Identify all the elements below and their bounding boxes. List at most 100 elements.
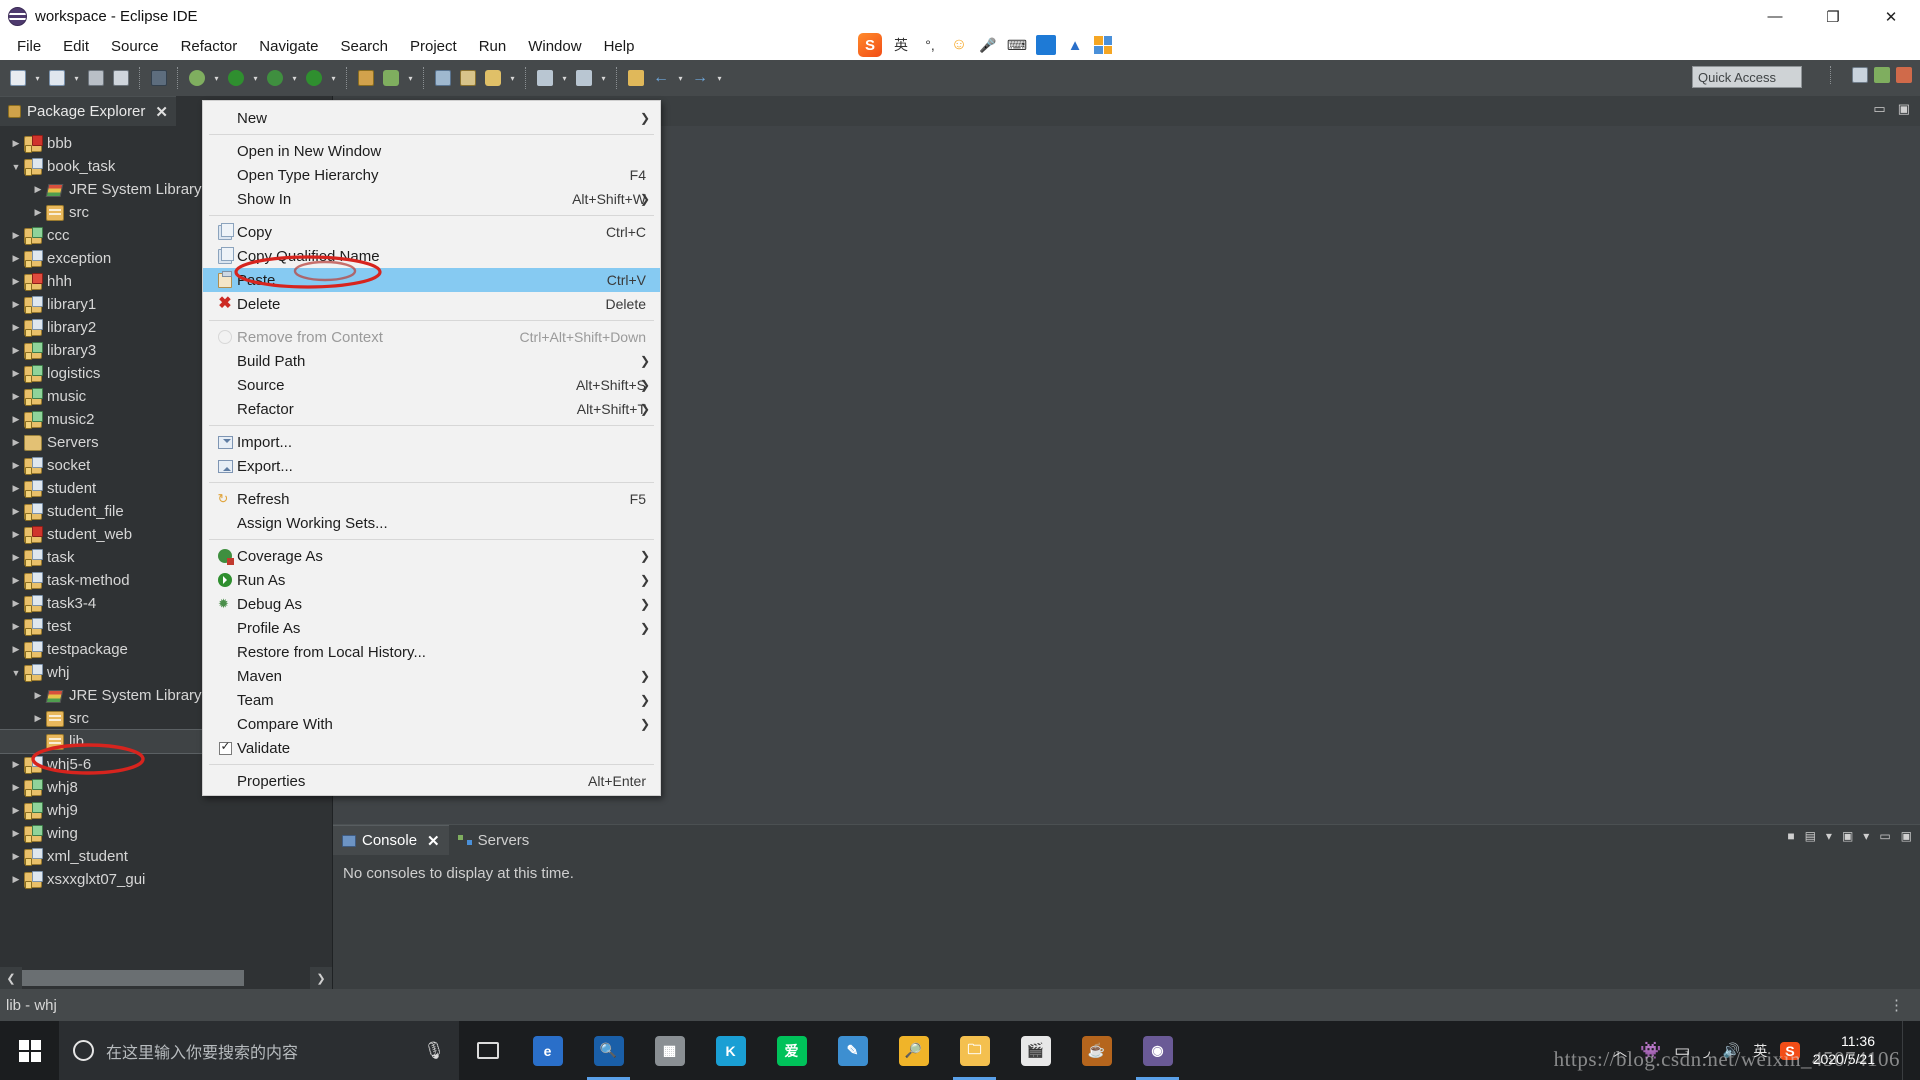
run-icon[interactable] bbox=[302, 66, 326, 90]
menu-edit[interactable]: Edit bbox=[52, 35, 100, 58]
menu-source[interactable]: Source bbox=[100, 35, 170, 58]
context-menu-item-export[interactable]: Export... bbox=[203, 454, 660, 478]
tab-package-explorer[interactable]: Package Explorer ✕ bbox=[0, 96, 176, 126]
context-menu-item-validate[interactable]: Validate bbox=[203, 736, 660, 760]
skip-breakpoints-icon[interactable] bbox=[185, 66, 209, 90]
debug-history-dropdown-icon[interactable]: ▾ bbox=[249, 66, 262, 90]
context-menu-item-open-in-new-window[interactable]: Open in New Window bbox=[203, 139, 660, 163]
microphone-icon[interactable]: 🎙 bbox=[423, 1041, 445, 1061]
taskbar-iqiyi-app[interactable]: 爱 bbox=[761, 1021, 822, 1080]
ime-toolbox-icon[interactable] bbox=[1094, 36, 1112, 54]
context-menu-item-maven[interactable]: Maven ❯ bbox=[203, 664, 660, 688]
taskbar-search-input[interactable]: 在这里输入你要搜索的内容 🎙 bbox=[59, 1021, 459, 1080]
chevron-right-icon[interactable]: ▶ bbox=[8, 851, 24, 862]
chevron-right-icon[interactable]: ▶ bbox=[8, 253, 24, 264]
debug-icon[interactable] bbox=[224, 66, 248, 90]
start-button[interactable] bbox=[0, 1021, 59, 1080]
ime-language-toggle[interactable]: 英 bbox=[891, 35, 911, 55]
minimize-button[interactable]: — bbox=[1746, 0, 1804, 33]
context-menu-item-debug-as[interactable]: ✹ Debug As ❯ bbox=[203, 592, 660, 616]
context-menu-item-run-as[interactable]: Run As ❯ bbox=[203, 568, 660, 592]
tree-item-whj9[interactable]: ▶ whj9 bbox=[0, 799, 332, 822]
scrollbar-track[interactable] bbox=[22, 967, 310, 989]
menu-project[interactable]: Project bbox=[399, 35, 468, 58]
chevron-right-icon[interactable]: ▶ bbox=[8, 414, 24, 425]
chevron-right-icon[interactable]: ▶ bbox=[8, 644, 24, 655]
context-menu-item-properties[interactable]: Properties Alt+Enter bbox=[203, 769, 660, 793]
chevron-right-icon[interactable]: ▶ bbox=[8, 782, 24, 793]
taskbar-notes-app[interactable]: ✎ bbox=[822, 1021, 883, 1080]
chevron-right-icon[interactable]: ▶ bbox=[8, 230, 24, 241]
chevron-right-icon[interactable]: ▶ bbox=[8, 299, 24, 310]
chevron-right-icon[interactable]: ▶ bbox=[8, 391, 24, 402]
close-icon[interactable]: ✕ bbox=[427, 832, 440, 850]
menu-file[interactable]: File bbox=[6, 35, 52, 58]
scrollbar-thumb[interactable] bbox=[22, 970, 244, 986]
taskbar-magnifier-app[interactable]: 🔍 bbox=[578, 1021, 639, 1080]
chevron-down-icon[interactable]: ▼ bbox=[8, 668, 24, 678]
context-menu-item-team[interactable]: Team ❯ bbox=[203, 688, 660, 712]
chevron-right-icon[interactable]: ▶ bbox=[8, 598, 24, 609]
menu-window[interactable]: Window bbox=[517, 35, 592, 58]
context-menu-item-import[interactable]: Import... bbox=[203, 430, 660, 454]
taskbar-calculator-app[interactable]: ▦ bbox=[639, 1021, 700, 1080]
sogou-logo-icon[interactable]: S bbox=[858, 33, 882, 57]
context-menu-item-refresh[interactable]: ↻ Refresh F5 bbox=[203, 487, 660, 511]
taskbar-java-app[interactable]: ☕ bbox=[1066, 1021, 1127, 1080]
open-type-icon[interactable] bbox=[431, 66, 455, 90]
back-icon[interactable]: ← bbox=[649, 66, 673, 90]
chevron-right-icon[interactable]: ▶ bbox=[8, 621, 24, 632]
ime-emoji-icon[interactable]: ☺ bbox=[949, 35, 969, 55]
coverage-icon[interactable] bbox=[263, 66, 287, 90]
run-dropdown-icon[interactable]: ▾ bbox=[327, 66, 340, 90]
new-java-project-icon[interactable] bbox=[45, 66, 69, 90]
java-perspective-icon[interactable] bbox=[1896, 67, 1912, 83]
new-wizard-icon[interactable] bbox=[6, 66, 30, 90]
save-all-icon[interactable] bbox=[109, 66, 133, 90]
external-tools-dropdown-icon[interactable]: ▾ bbox=[506, 66, 519, 90]
context-menu-item-assign-working-sets[interactable]: Assign Working Sets... bbox=[203, 511, 660, 535]
context-menu-item-open-type-hierarchy[interactable]: Open Type Hierarchy F4 bbox=[203, 163, 660, 187]
tree-item-xsxxglxt07-gui[interactable]: ▶ xsxxglxt07_gui bbox=[0, 868, 332, 891]
maximize-editor-icon[interactable]: ▣ bbox=[1898, 101, 1910, 117]
context-menu-item-source[interactable]: Source Alt+Shift+S ❯ bbox=[203, 373, 660, 397]
maximize-console-icon[interactable]: ▣ bbox=[1901, 829, 1912, 843]
chevron-right-icon[interactable]: ▶ bbox=[8, 828, 24, 839]
menu-navigate[interactable]: Navigate bbox=[248, 35, 329, 58]
explorer-horizontal-scrollbar[interactable]: ❮ ❯ bbox=[0, 967, 332, 989]
tree-item-wing[interactable]: ▶ wing bbox=[0, 822, 332, 845]
menu-run[interactable]: Run bbox=[468, 35, 518, 58]
new-java-dropdown-icon[interactable]: ▾ bbox=[70, 66, 83, 90]
minimize-console-icon[interactable]: ▭ bbox=[1879, 829, 1890, 843]
status-bar-handle[interactable]: ⋮ bbox=[1889, 996, 1906, 1014]
taskbar-kugou-app[interactable]: K bbox=[700, 1021, 761, 1080]
context-menu-item-refactor[interactable]: Refactor Alt+Shift+T ❯ bbox=[203, 397, 660, 421]
tab-console[interactable]: Console ✕ bbox=[333, 825, 449, 855]
forward-icon[interactable]: → bbox=[688, 66, 712, 90]
taskbar-video-app[interactable]: 🎬 bbox=[1005, 1021, 1066, 1080]
new-class-icon[interactable] bbox=[379, 66, 403, 90]
context-menu-item-copy-qualified-name[interactable]: Copy Qualified Name bbox=[203, 244, 660, 268]
chevron-right-icon[interactable]: ▶ bbox=[30, 207, 46, 218]
task-view-button[interactable] bbox=[459, 1021, 517, 1080]
context-menu-item-show-in[interactable]: Show In Alt+Shift+W ❯ bbox=[203, 187, 660, 211]
context-menu-item-coverage-as[interactable]: Coverage As ❯ bbox=[203, 544, 660, 568]
next-annotation-icon[interactable] bbox=[533, 66, 557, 90]
taskbar-edge-browser[interactable]: e bbox=[517, 1021, 578, 1080]
context-menu-item-profile-as[interactable]: Profile As ❯ bbox=[203, 616, 660, 640]
chevron-right-icon[interactable]: ▶ bbox=[8, 759, 24, 770]
last-edit-location-icon[interactable] bbox=[624, 66, 648, 90]
ime-voice-icon[interactable]: 🎤 bbox=[978, 35, 998, 55]
next-annotation-dropdown-icon[interactable]: ▾ bbox=[558, 66, 571, 90]
terminate-icon[interactable]: ■ bbox=[1787, 829, 1794, 843]
scroll-left-icon[interactable]: ❮ bbox=[0, 967, 22, 989]
ime-keyboard-icon[interactable]: ⌨ bbox=[1007, 35, 1027, 55]
show-desktop-button[interactable] bbox=[1902, 1021, 1910, 1080]
chevron-right-icon[interactable]: ▶ bbox=[8, 368, 24, 379]
menu-refactor[interactable]: Refactor bbox=[170, 35, 249, 58]
ime-skin-icon[interactable]: ▲ bbox=[1065, 35, 1085, 55]
context-menu-item-paste[interactable]: Paste Ctrl+V bbox=[203, 268, 660, 292]
display-selected-console-icon[interactable]: ▣ bbox=[1842, 829, 1853, 843]
chevron-right-icon[interactable]: ▶ bbox=[8, 575, 24, 586]
maximize-button[interactable]: ❐ bbox=[1804, 0, 1862, 33]
